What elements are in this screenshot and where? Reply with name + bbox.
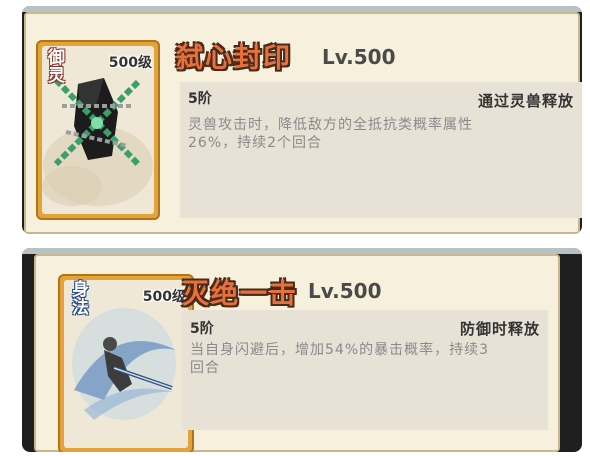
skill-card[interactable]: 御灵 500级 bbox=[36, 40, 160, 220]
skill-description-line-1: 灵兽攻击时，降低敌方的全抵抗类概率属性 bbox=[188, 117, 473, 133]
card-type-tag: 御灵 bbox=[44, 48, 64, 84]
skill-level: Lv.500 bbox=[308, 279, 382, 303]
skill-description-line-2: 26%，持续2个回合 bbox=[188, 135, 323, 151]
skill-panel-1: 御灵 500级 弑心封印 Lv.500 5阶 通过灵兽释放 灵兽攻击时，降低敌方… bbox=[22, 6, 582, 234]
card-level-label: 500级 bbox=[108, 55, 152, 71]
skill-trigger: 防御时释放 bbox=[459, 320, 540, 338]
skill-description-line-1: 当自身闪避后，增加54%的暴击概率，持续3 bbox=[190, 342, 490, 358]
skill-stage: 5阶 bbox=[190, 321, 214, 337]
skill-trigger: 通过灵兽释放 bbox=[477, 92, 574, 110]
skill-name: 灭绝一击 bbox=[182, 279, 298, 310]
skill-level: Lv.500 bbox=[322, 45, 396, 69]
skill-name: 弑心封印 bbox=[176, 43, 292, 74]
skill-stage: 5阶 bbox=[188, 91, 212, 107]
card-level-label: 500级 bbox=[142, 289, 186, 305]
skill-panel-2: 身法 500级 灭绝一击 Lv.500 5阶 防御时释放 当自身闪避后，增加54… bbox=[22, 248, 582, 452]
skill-description-line-2: 回合 bbox=[190, 360, 220, 376]
card-type-tag: 身法 bbox=[68, 280, 88, 316]
skill-card[interactable]: 身法 500级 bbox=[58, 274, 194, 452]
